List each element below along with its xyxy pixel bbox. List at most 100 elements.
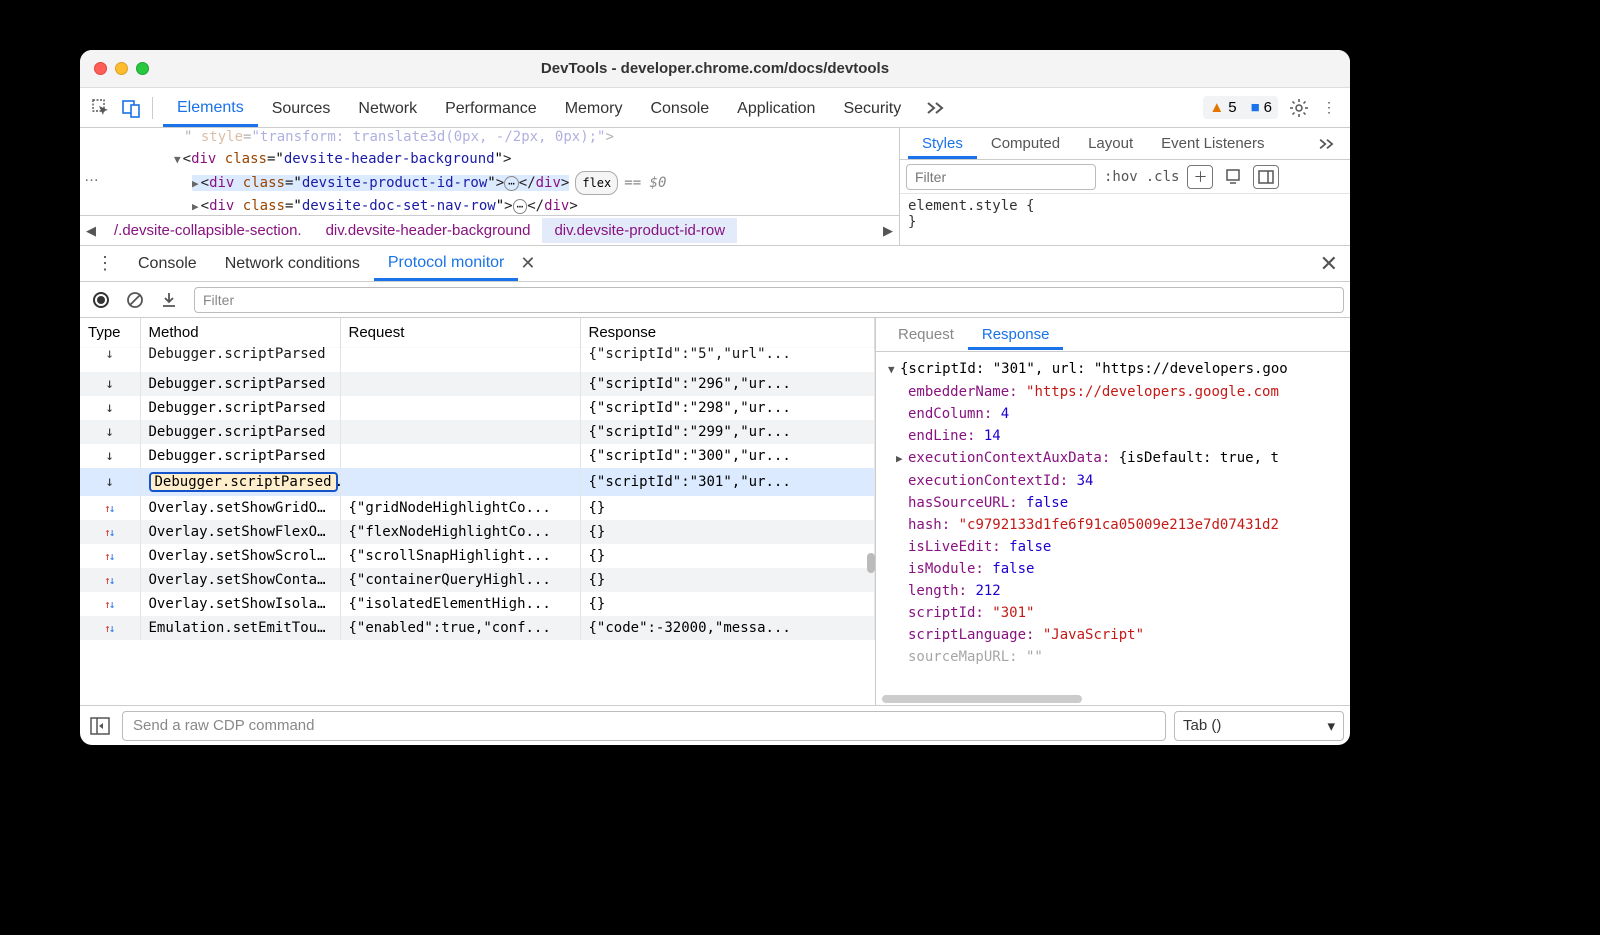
settings-icon[interactable] [1284, 93, 1314, 123]
bidir-icon: ↑↓ [104, 598, 115, 611]
table-row[interactable]: ↑↓Emulation.setEmitTouc...{"enabled":tru… [80, 616, 875, 640]
inspect-icon[interactable] [86, 93, 116, 123]
tab-sources[interactable]: Sources [258, 90, 345, 126]
more-tabs-icon[interactable] [921, 93, 951, 123]
warning-count: 5 [1228, 99, 1236, 116]
more-tabs-icon[interactable] [1312, 129, 1342, 159]
protocol-detail-pane: Request Response ▼{scriptId: "301", url:… [875, 318, 1350, 705]
chevron-down-icon: ▾ [1327, 717, 1335, 735]
table-row[interactable]: ↑↓Overlay.setShowScroll...{"scrollSnapHi… [80, 544, 875, 568]
drawer-kebab-icon[interactable]: ⋮ [86, 253, 124, 274]
styles-toolbar: Filter :hov .cls ＋ [900, 160, 1350, 194]
bidir-icon: ↑↓ [104, 502, 115, 515]
protocol-table[interactable]: Type Method Request Response ↓Debugger.s… [80, 318, 875, 640]
hov-toggle[interactable]: :hov [1104, 169, 1138, 185]
tab-console[interactable]: Console [124, 247, 211, 281]
close-icon[interactable] [94, 62, 107, 75]
table-row[interactable]: ↑↓Overlay.setShowIsolat...{"isolatedElem… [80, 592, 875, 616]
tab-performance[interactable]: Performance [431, 90, 551, 126]
panel-toggle-icon[interactable] [1253, 165, 1279, 189]
warning-icon: ▲ [1209, 99, 1224, 116]
caret-right-icon[interactable]: ▶ [896, 448, 908, 470]
styles-panel: Styles Computed Layout Event Listeners F… [900, 128, 1350, 245]
bidir-icon: ↑↓ [104, 622, 115, 635]
footer: Send a raw CDP command Tab () ▾ [80, 705, 1350, 745]
element-style[interactable]: element.style { } [900, 194, 1350, 234]
table-row[interactable]: ↑↓Overlay.setShowFlexO...{"flexNodeHighl… [80, 520, 875, 544]
target-selector[interactable]: Tab () ▾ [1174, 711, 1344, 741]
tab-protocol-monitor[interactable]: Protocol monitor [374, 246, 519, 281]
tab-computed[interactable]: Computed [977, 129, 1074, 158]
detail-body[interactable]: ▼{scriptId: "301", url: "https://develop… [876, 352, 1350, 705]
table-row[interactable]: ↓Debugger.scriptParsed{"scriptId":"299",… [80, 420, 875, 444]
table-row[interactable]: ↓Debugger.scriptParsed{"scriptId":"296",… [80, 372, 875, 396]
drawer-tabs: ⋮ Console Network conditions Protocol mo… [80, 246, 1350, 282]
styles-tabs: Styles Computed Layout Event Listeners [900, 128, 1350, 160]
breadcrumb-item[interactable]: div.devsite-header-background [314, 218, 543, 243]
protocol-body: Type Method Request Response ↓Debugger.s… [80, 318, 1350, 705]
dots-gutter: … [80, 168, 99, 185]
devtools-window: DevTools - developer.chrome.com/docs/dev… [80, 50, 1350, 745]
caret-down-icon[interactable]: ▼ [888, 359, 900, 381]
toggle-device-icon[interactable] [116, 93, 146, 123]
tab-event-listeners[interactable]: Event Listeners [1147, 129, 1278, 158]
detail-tabs: Request Response [876, 318, 1350, 352]
tab-elements[interactable]: Elements [163, 89, 258, 127]
table-row[interactable]: ↑↓Overlay.setShowGridO...{"gridNodeHighl… [80, 496, 875, 520]
tab-memory[interactable]: Memory [551, 90, 637, 126]
bidir-icon: ↑↓ [104, 574, 115, 587]
table-row[interactable]: ↓Debugger.scriptParsed{"scriptId":"300",… [80, 444, 875, 468]
collapsed-icon[interactable]: ⋯ [513, 199, 528, 214]
clear-icon[interactable] [120, 285, 150, 315]
tab-console-top[interactable]: Console [636, 90, 723, 126]
tab-layout[interactable]: Layout [1074, 129, 1147, 158]
close-drawer-icon[interactable]: ✕ [1320, 251, 1344, 277]
incoming-icon: ↓ [106, 474, 114, 490]
css-rule-close: } [908, 214, 1342, 230]
issue-icon: ■ [1251, 99, 1260, 116]
tab-styles[interactable]: Styles [908, 129, 977, 159]
table-row[interactable]: ↓Debugger.scriptParsed{"scriptId":"301",… [80, 468, 875, 496]
tab-network-conditions[interactable]: Network conditions [211, 247, 374, 281]
tab-security[interactable]: Security [829, 90, 915, 126]
flex-badge[interactable]: flex [575, 171, 618, 195]
incoming-icon: ↓ [106, 424, 114, 440]
protocol-filter-input[interactable]: Filter [194, 287, 1344, 313]
css-rule-open: element.style { [908, 198, 1342, 214]
caret-right-icon[interactable]: ▶ [192, 173, 199, 195]
dom-tree[interactable]: " style="transform: translate3d(0px, -/2… [80, 128, 899, 215]
detail-h-scrollbar[interactable] [882, 695, 1082, 703]
table-scrollbar[interactable] [867, 553, 875, 573]
dom-attr: style [201, 129, 243, 145]
caret-right-icon[interactable]: ▶ [192, 196, 199, 215]
kebab-icon[interactable]: ⋮ [1314, 93, 1344, 123]
minimize-icon[interactable] [115, 62, 128, 75]
table-row[interactable]: ↓Debugger.scriptParsed{"scriptId":"5","u… [80, 342, 875, 367]
window-title: DevTools - developer.chrome.com/docs/dev… [80, 60, 1350, 77]
breadcrumb-next-icon[interactable]: ▶ [877, 223, 899, 239]
download-icon[interactable] [154, 285, 184, 315]
styles-filter-input[interactable]: Filter [906, 164, 1096, 190]
breadcrumb-item-active[interactable]: div.devsite-product-id-row [542, 218, 737, 243]
breadcrumb-prev-icon[interactable]: ◀ [80, 223, 102, 239]
device-icon[interactable] [1221, 165, 1245, 189]
add-rule-icon[interactable]: ＋ [1187, 165, 1213, 189]
zoom-icon[interactable] [136, 62, 149, 75]
panel-toggle-icon[interactable] [86, 712, 114, 740]
caret-down-icon[interactable]: ▼ [174, 149, 181, 171]
bidir-icon: ↑↓ [104, 550, 115, 563]
tab-response-detail[interactable]: Response [968, 320, 1064, 350]
cdp-command-input[interactable]: Send a raw CDP command [122, 711, 1166, 741]
breadcrumb-item[interactable]: /.devsite-collapsible-section. [102, 218, 314, 243]
tab-network[interactable]: Network [344, 90, 431, 126]
cls-toggle[interactable]: .cls [1146, 169, 1180, 185]
issues-badges[interactable]: ▲ 5 ■ 6 [1203, 96, 1278, 119]
close-tab-icon[interactable]: ✕ [520, 253, 535, 274]
collapsed-icon[interactable]: ⋯ [504, 176, 519, 191]
record-icon[interactable] [86, 285, 116, 315]
tab-request-detail[interactable]: Request [884, 320, 968, 349]
tab-application[interactable]: Application [723, 90, 829, 126]
table-row[interactable]: ↑↓Overlay.setShowConta...{"containerQuer… [80, 568, 875, 592]
table-row[interactable]: ↓Debugger.scriptParsed{"scriptId":"298",… [80, 396, 875, 420]
elements-row: " style="transform: translate3d(0px, -/2… [80, 128, 1350, 246]
